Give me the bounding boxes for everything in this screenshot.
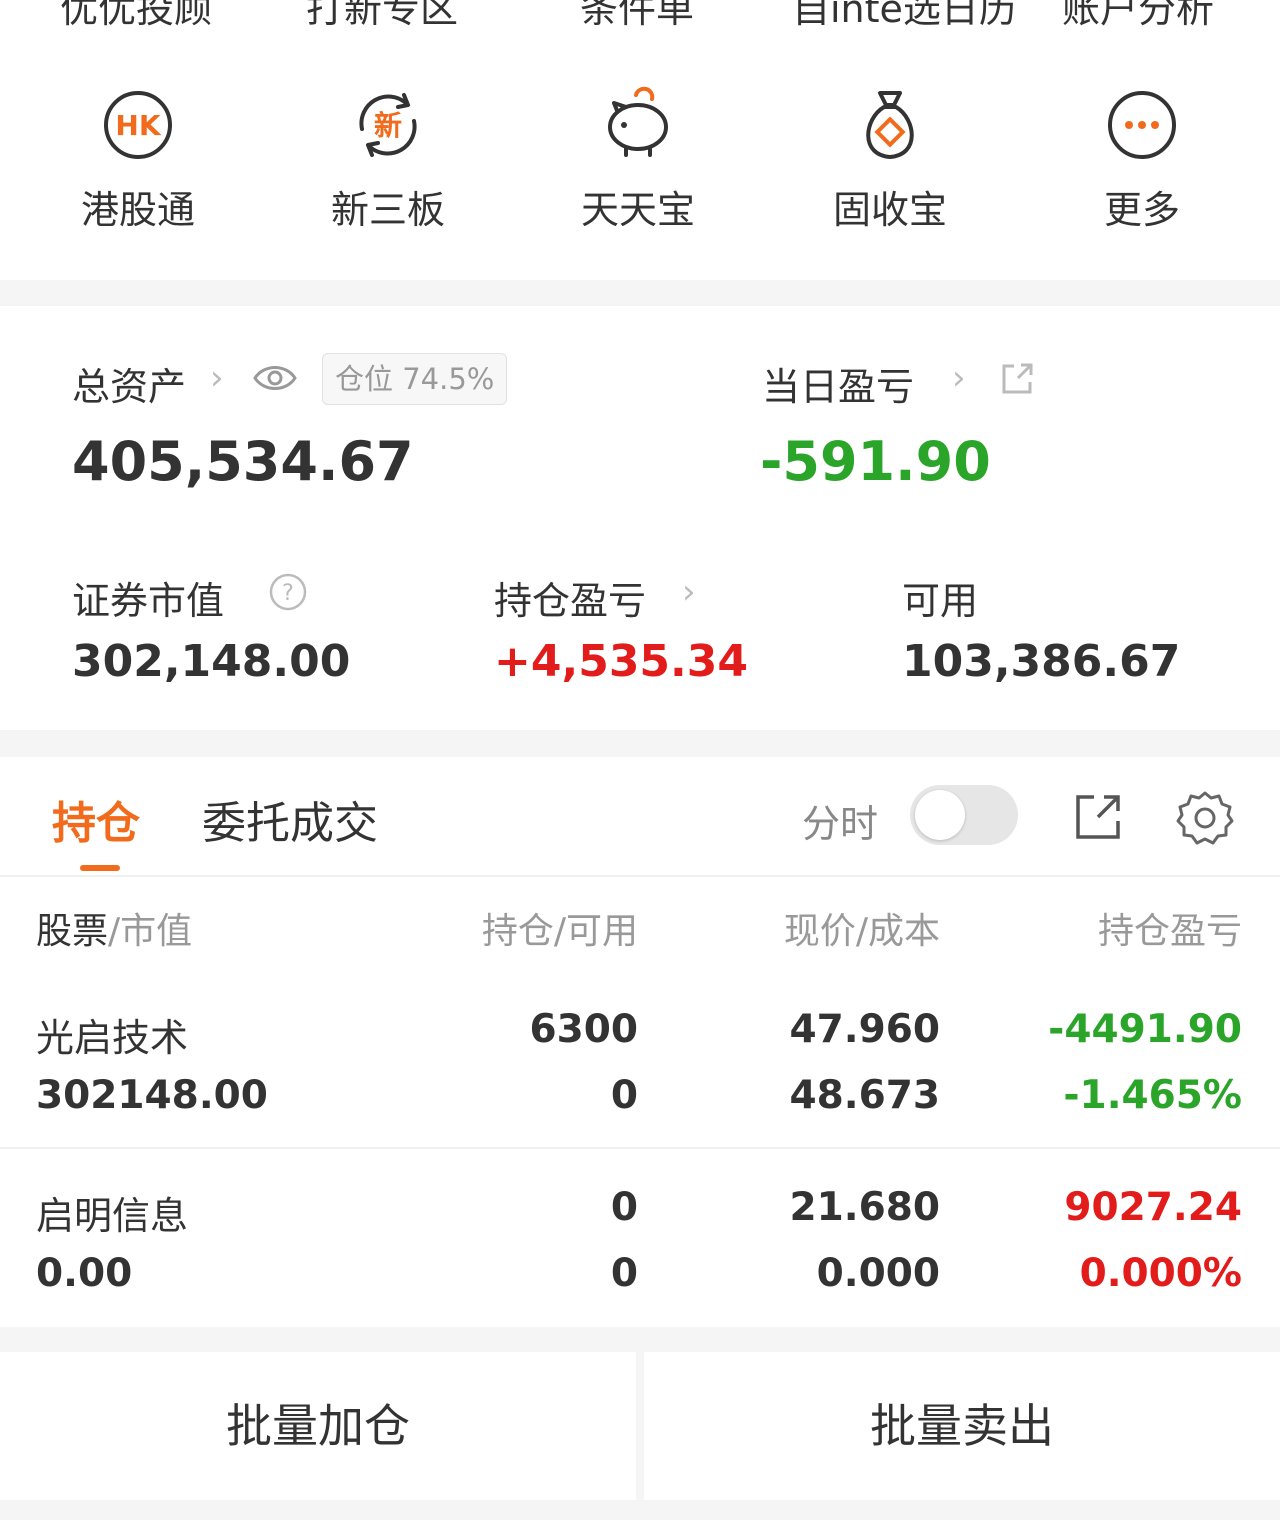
holding-pl-pct: 0.000% — [1079, 1251, 1242, 1296]
share-icon[interactable] — [1074, 793, 1122, 841]
header-price: 现价/成本 — [783, 911, 940, 952]
chevron-right-icon[interactable]: › — [210, 358, 224, 398]
available-value: 103,386.67 — [902, 636, 1181, 687]
batch-action-bar: 批量加仓 批量卖出 — [0, 1352, 1280, 1500]
header-sep: / — [108, 911, 121, 952]
bottom-spacer — [0, 1500, 1280, 1520]
header-stock-label: 股票 — [36, 911, 109, 952]
holding-pl-pct: -1.465% — [1063, 1073, 1242, 1118]
daily-pl-label[interactable]: 当日盈亏 — [762, 356, 914, 411]
total-assets-label[interactable]: 总资产 — [72, 356, 186, 411]
chevron-right-icon[interactable]: › — [952, 358, 966, 398]
money-bag-icon — [866, 91, 914, 159]
current-price: 47.960 — [789, 1007, 941, 1052]
batch-sell-button[interactable]: 批量卖出 — [644, 1352, 1280, 1500]
holdings-panel: 持仓 委托成交 分时 股票/市值 持仓/可用 现价/成本 持仓盈亏 光启技术 3… — [0, 757, 1280, 1327]
position-ratio-badge: 仓位 74.5% — [322, 353, 508, 405]
shortcut-cut-4[interactable]: 自inte选日历 — [792, 0, 1017, 33]
shortcut-gushoubao[interactable]: 固收宝 — [790, 85, 990, 235]
shortcut-cut-2[interactable]: 打新专区 — [306, 0, 458, 33]
shortcut-label: 固收宝 — [832, 188, 947, 232]
position-qty: 0 — [610, 1185, 638, 1230]
position-qty: 6300 — [529, 1007, 638, 1052]
eye-icon[interactable] — [252, 360, 298, 396]
gear-icon[interactable] — [1176, 789, 1234, 847]
shortcut-new-third-board[interactable]: 新 新三板 — [288, 85, 488, 235]
total-assets-value: 405,534.67 — [72, 430, 414, 493]
chevron-right-icon[interactable]: › — [682, 572, 696, 612]
toggle-knob — [915, 790, 965, 840]
shortcut-label: 更多 — [1103, 188, 1180, 232]
available-qty: 0 — [610, 1251, 638, 1296]
header-position: 持仓/可用 — [481, 911, 638, 952]
daily-pl-value: -591.90 — [760, 430, 991, 493]
tab-holdings[interactable]: 持仓 — [52, 787, 140, 851]
intraday-toggle[interactable] — [910, 785, 1018, 845]
shortcut-panel: 优优投顾 打新专区 条件单 自inte选日历 账户分析 HK 港股通 新 新三板… — [0, 0, 1280, 280]
available-qty: 0 — [610, 1073, 638, 1118]
batch-add-button[interactable]: 批量加仓 — [0, 1352, 636, 1500]
tabs-divider — [0, 875, 1280, 877]
holding-pl-value: +4,535.34 — [494, 636, 748, 687]
header-market-value: 市值 — [120, 911, 193, 952]
shortcut-more[interactable]: 更多 — [1042, 85, 1242, 235]
new-board-icon: 新 — [359, 93, 417, 157]
row-divider — [0, 1147, 1280, 1149]
intraday-toggle-label: 分时 — [802, 802, 879, 846]
help-icon[interactable]: ? — [268, 572, 308, 612]
hk-icon-text: HK — [115, 109, 161, 142]
stock-market-value: 0.00 — [36, 1251, 133, 1296]
shortcut-label: 港股通 — [80, 188, 195, 232]
tab-orders-trades[interactable]: 委托成交 — [202, 787, 378, 851]
shortcut-label: 天天宝 — [580, 188, 695, 232]
share-icon[interactable] — [998, 360, 1036, 398]
stock-market-value: 302148.00 — [36, 1073, 268, 1118]
cost-price: 48.673 — [789, 1073, 941, 1118]
stock-name: 启明信息 — [36, 1194, 189, 1238]
holding-pl: -4491.90 — [1048, 1007, 1242, 1052]
market-value: 302,148.00 — [72, 636, 351, 687]
new-board-icon-text: 新 — [374, 109, 402, 142]
shortcut-hk-connect[interactable]: HK 港股通 — [38, 85, 238, 235]
stock-name: 光启技术 — [36, 1016, 189, 1060]
piggy-bank-icon — [608, 86, 668, 157]
header-pl: 持仓盈亏 — [1097, 911, 1242, 952]
holding-pl: 9027.24 — [1064, 1185, 1242, 1230]
shortcut-cut-3[interactable]: 条件单 — [580, 0, 694, 33]
shortcut-tiantianbao[interactable]: 天天宝 — [538, 85, 738, 235]
shortcut-label: 新三板 — [330, 188, 445, 232]
hk-icon: HK — [104, 91, 172, 159]
cost-price: 0.000 — [816, 1251, 940, 1296]
holding-pl-label[interactable]: 持仓盈亏 — [494, 570, 646, 625]
shortcut-cut-5[interactable]: 账户分析 — [1062, 0, 1214, 33]
shortcut-cut-1[interactable]: 优优投顾 — [60, 0, 212, 33]
svg-text:?: ? — [282, 581, 294, 606]
available-label: 可用 — [902, 579, 979, 623]
active-tab-indicator — [80, 865, 120, 871]
header-stock: 股票/市值 — [36, 902, 192, 954]
asset-summary-card: 总资产 › 仓位 74.5% 当日盈亏 › 405,534.67 -591.90… — [0, 306, 1280, 730]
market-value-label: 证券市值 — [72, 579, 225, 623]
current-price: 21.680 — [789, 1185, 941, 1230]
more-icon — [1108, 91, 1176, 159]
